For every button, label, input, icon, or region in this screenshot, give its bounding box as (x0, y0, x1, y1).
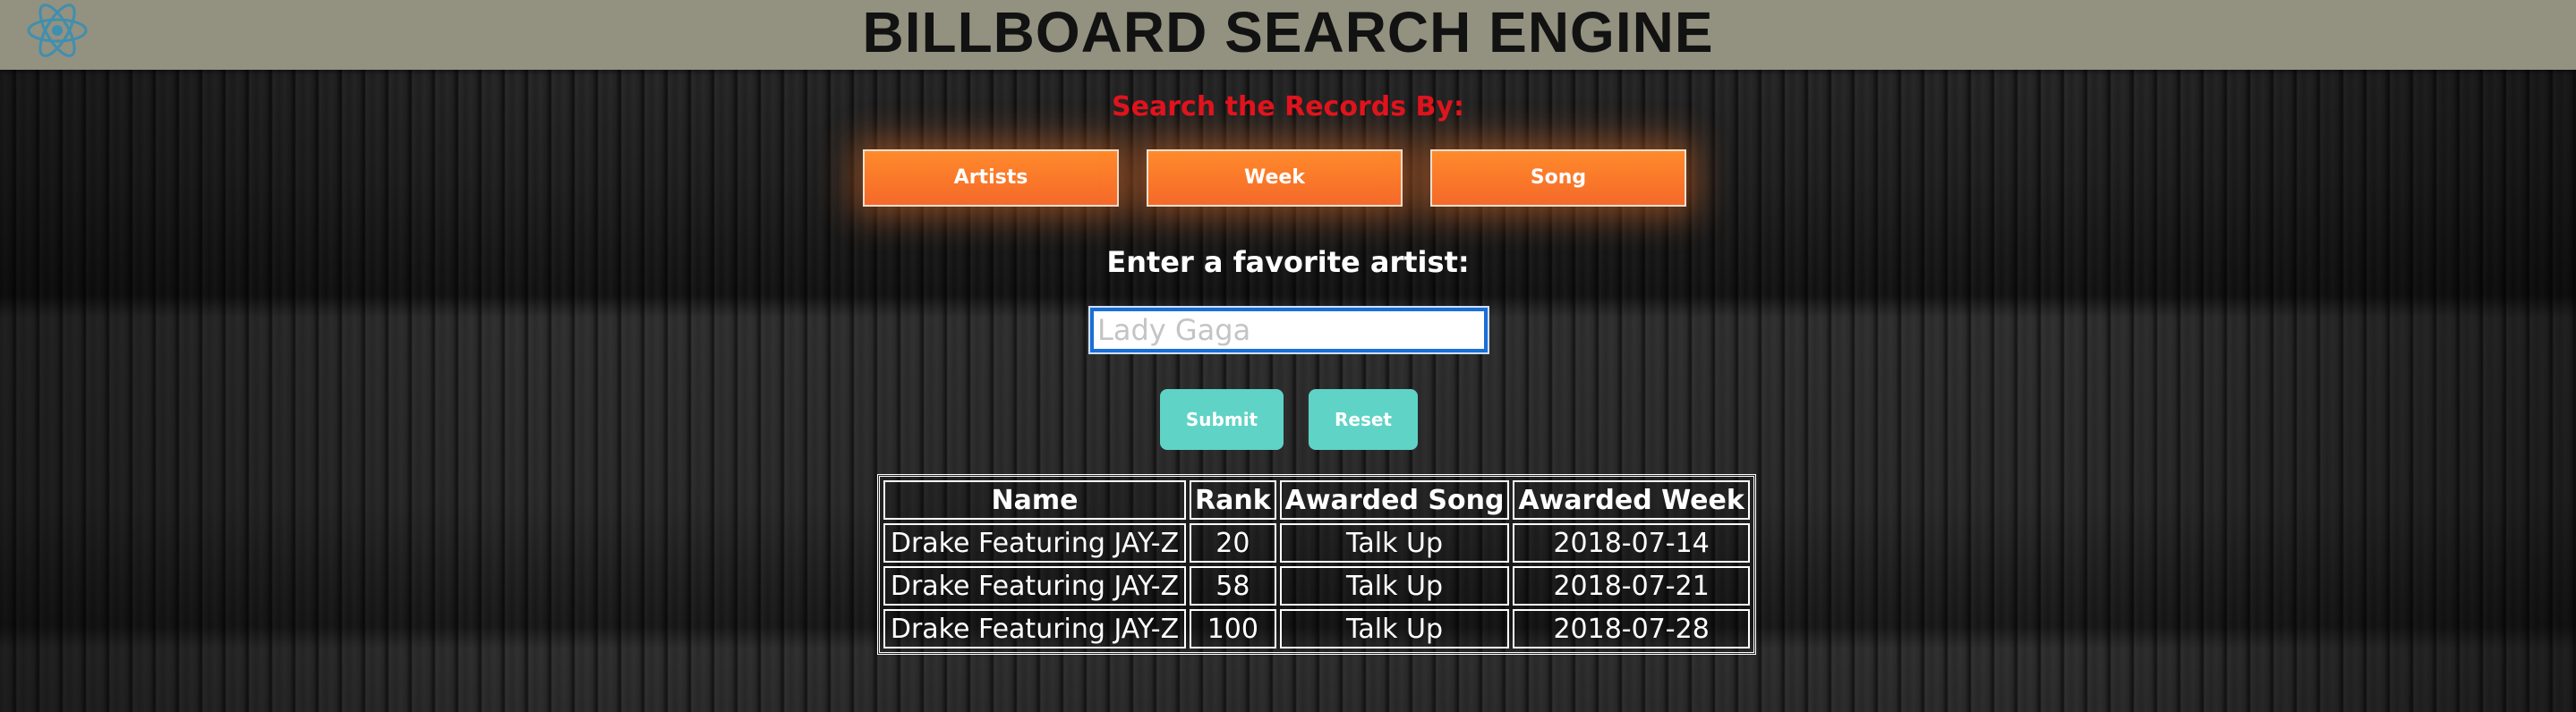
cell-rank: 58 (1190, 566, 1276, 606)
submit-button[interactable]: Submit (1160, 389, 1284, 450)
column-header-song: Awarded Song (1279, 480, 1510, 520)
page-title: BILLBOARD SEARCH ENGINE (862, 0, 1714, 64)
cell-week: 2018-07-14 (1513, 523, 1750, 563)
table-row: Drake Featuring JAY-Z 100 Talk Up 2018-0… (883, 609, 1750, 648)
cell-name: Drake Featuring JAY-Z (883, 566, 1186, 606)
cell-rank: 20 (1190, 523, 1276, 563)
song-button[interactable]: Song (1430, 149, 1686, 207)
artists-button[interactable]: Artists (863, 149, 1119, 207)
column-header-rank: Rank (1190, 480, 1276, 520)
cell-song: Talk Up (1279, 523, 1510, 563)
cell-name: Drake Featuring JAY-Z (883, 609, 1186, 648)
header-bar: BILLBOARD SEARCH ENGINE (0, 0, 2576, 70)
cell-name: Drake Featuring JAY-Z (883, 523, 1186, 563)
results-table: Name Rank Awarded Song Awarded Week Drak… (877, 474, 1756, 655)
artist-prompt: Enter a favorite artist: (1106, 245, 1470, 279)
week-button[interactable]: Week (1147, 149, 1403, 207)
cell-rank: 100 (1190, 609, 1276, 648)
table-row: Drake Featuring JAY-Z 58 Talk Up 2018-07… (883, 566, 1750, 606)
cell-song: Talk Up (1279, 609, 1510, 648)
cell-week: 2018-07-28 (1513, 609, 1750, 648)
column-header-week: Awarded Week (1513, 480, 1750, 520)
search-by-label: Search the Records By: (1112, 91, 1464, 123)
artist-search-input[interactable] (1088, 306, 1489, 354)
cell-song: Talk Up (1279, 566, 1510, 606)
column-header-name: Name (883, 480, 1186, 520)
table-header-row: Name Rank Awarded Song Awarded Week (883, 480, 1750, 520)
reset-button[interactable]: Reset (1309, 389, 1418, 450)
cell-week: 2018-07-21 (1513, 566, 1750, 606)
table-row: Drake Featuring JAY-Z 20 Talk Up 2018-07… (883, 523, 1750, 563)
